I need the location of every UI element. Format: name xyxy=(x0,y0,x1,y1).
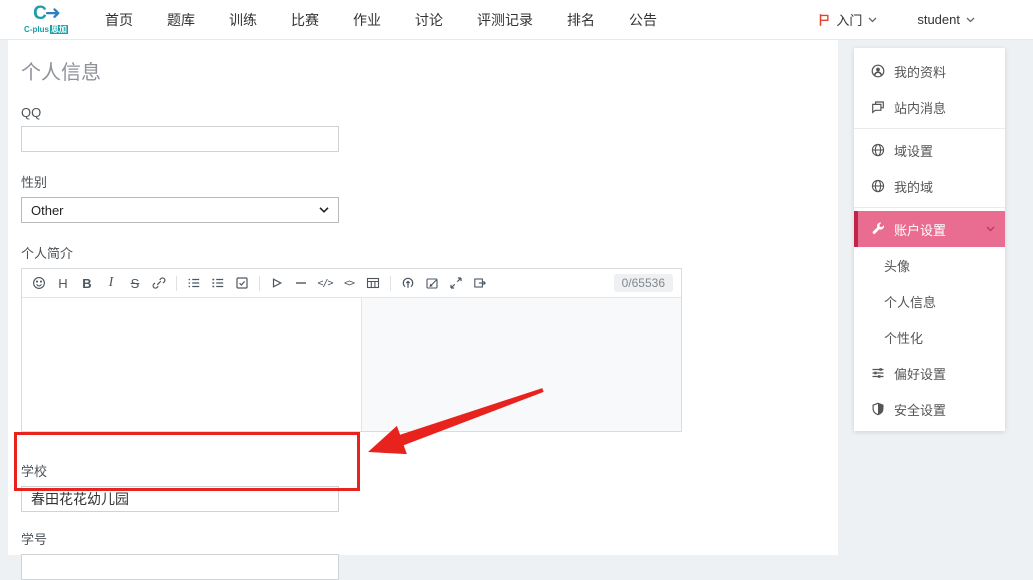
chevron-down-icon xyxy=(319,207,329,213)
page: C➜ C-plus思加 首页 题库 训练 比赛 作业 讨论 评测记录 排名 公告… xyxy=(0,0,1033,555)
message-icon xyxy=(871,100,885,114)
school-input[interactable] xyxy=(21,486,339,512)
student-id-label: 学号 xyxy=(21,529,838,548)
nav-item-ranking[interactable]: 排名 xyxy=(550,0,612,40)
toolbar-divider xyxy=(259,276,260,291)
globe-icon xyxy=(871,179,885,193)
sidebar-item-label: 安全设置 xyxy=(894,400,946,419)
sidebar-item-security[interactable]: 安全设置 xyxy=(854,391,1005,427)
fullscreen-icon[interactable] xyxy=(444,272,468,294)
brand-logo-icon: C➜ xyxy=(33,4,59,23)
char-counter: 0/65536 xyxy=(614,274,673,292)
menu-divider xyxy=(854,128,1005,129)
account-menu: 我的资料 站内消息 域设置 我的域 账户设置 头像 个人信息 个性化 xyxy=(854,48,1005,431)
profile-form-card: 个人信息 QQ 性别 Other 个人简介 H B I S xyxy=(8,40,838,555)
globe-icon xyxy=(871,143,885,157)
user-dropdown[interactable]: student xyxy=(917,12,975,27)
checklist-icon[interactable] xyxy=(230,272,254,294)
brand-logo[interactable]: C➜ C-plus思加 xyxy=(6,4,86,35)
qq-input[interactable] xyxy=(21,126,339,152)
nav-item-records[interactable]: 评测记录 xyxy=(460,0,550,40)
sidebar-item-label: 我的资料 xyxy=(894,62,946,81)
editor-input-pane[interactable] xyxy=(22,298,362,431)
student-id-input[interactable] xyxy=(21,554,339,580)
username: student xyxy=(917,12,960,27)
sidebar-item-preferences[interactable]: 偏好设置 xyxy=(854,355,1005,391)
sidebar-item-label: 头像 xyxy=(884,256,910,275)
nav-item-contest[interactable]: 比赛 xyxy=(274,0,336,40)
gender-label: 性别 xyxy=(21,172,838,191)
nav-item-problems[interactable]: 题库 xyxy=(150,0,212,40)
table-icon[interactable] xyxy=(361,272,385,294)
nav-item-announcement[interactable]: 公告 xyxy=(612,0,674,40)
header-right: 入门 student xyxy=(818,10,975,29)
sidebar-item-label: 域设置 xyxy=(894,141,933,160)
qq-label: QQ xyxy=(21,105,838,120)
bio-label: 个人简介 xyxy=(21,243,838,262)
bold-icon[interactable]: B xyxy=(75,272,99,294)
wrench-icon xyxy=(871,222,885,236)
gender-select-value: Other xyxy=(31,203,64,218)
top-navbar: C➜ C-plus思加 首页 题库 训练 比赛 作业 讨论 评测记录 排名 公告… xyxy=(0,0,1033,40)
sidebar-item-domain-settings[interactable]: 域设置 xyxy=(854,132,1005,168)
sidebar-item-my-profile[interactable]: 我的资料 xyxy=(854,53,1005,89)
sidebar-item-my-domain[interactable]: 我的域 xyxy=(854,168,1005,204)
sidebar-item-avatar[interactable]: 头像 xyxy=(854,247,1005,283)
inline-code-icon[interactable]: <> xyxy=(337,272,361,294)
school-label: 学校 xyxy=(21,461,838,480)
chevron-down-icon xyxy=(966,17,975,23)
nav-item-homework[interactable]: 作业 xyxy=(336,0,398,40)
heading-icon[interactable]: H xyxy=(51,272,75,294)
sidebar-item-personal-info[interactable]: 个人信息 xyxy=(854,283,1005,319)
main-nav: 首页 题库 训练 比赛 作业 讨论 评测记录 排名 公告 xyxy=(88,0,674,40)
brand-logo-text: C-plus思加 xyxy=(24,24,68,35)
shield-icon xyxy=(871,402,885,416)
strikethrough-icon[interactable]: S xyxy=(123,272,147,294)
upload-icon[interactable] xyxy=(396,272,420,294)
sliders-icon xyxy=(871,366,885,380)
user-icon xyxy=(871,64,885,78)
sidebar-item-label: 个人信息 xyxy=(884,292,936,311)
level-dropdown[interactable]: 入门 xyxy=(818,10,877,29)
sidebar-item-personalization[interactable]: 个性化 xyxy=(854,319,1005,355)
sidebar-item-label: 个性化 xyxy=(884,328,923,347)
code-block-icon[interactable]: </> xyxy=(313,272,337,294)
sidebar-item-label: 站内消息 xyxy=(894,98,946,117)
gender-select[interactable]: Other xyxy=(21,197,339,223)
toolbar-divider xyxy=(176,276,177,291)
emoji-icon[interactable] xyxy=(27,272,51,294)
page-title: 个人信息 xyxy=(21,56,838,85)
level-label: 入门 xyxy=(836,10,862,29)
menu-divider xyxy=(854,207,1005,208)
editor-toolbar: H B I S </> <> 0/65536 xyxy=(22,269,681,298)
chevron-down-icon xyxy=(868,17,877,23)
bullet-list-icon[interactable] xyxy=(182,272,206,294)
nav-item-home[interactable]: 首页 xyxy=(88,0,150,40)
quote-icon[interactable] xyxy=(265,272,289,294)
ordered-list-icon[interactable] xyxy=(206,272,230,294)
link-icon[interactable] xyxy=(147,272,171,294)
nav-item-discussion[interactable]: 讨论 xyxy=(398,0,460,40)
sidebar-item-label: 账户设置 xyxy=(894,220,946,239)
sidebar-item-label: 偏好设置 xyxy=(894,364,946,383)
italic-icon[interactable]: I xyxy=(99,272,123,294)
nav-item-training[interactable]: 训练 xyxy=(212,0,274,40)
edit-mode-icon[interactable] xyxy=(420,272,444,294)
sidebar-item-label: 我的域 xyxy=(894,177,933,196)
editor-body xyxy=(22,298,681,431)
sidebar-item-account-settings[interactable]: 账户设置 xyxy=(854,211,1005,247)
outline-icon[interactable] xyxy=(468,272,492,294)
chevron-down-icon xyxy=(986,226,995,232)
markdown-editor: H B I S </> <> 0/65536 xyxy=(21,268,682,432)
flag-icon xyxy=(818,13,830,27)
sidebar-item-messages[interactable]: 站内消息 xyxy=(854,89,1005,125)
toolbar-divider xyxy=(390,276,391,291)
editor-preview-pane xyxy=(362,298,681,431)
horizontal-rule-icon[interactable] xyxy=(289,272,313,294)
